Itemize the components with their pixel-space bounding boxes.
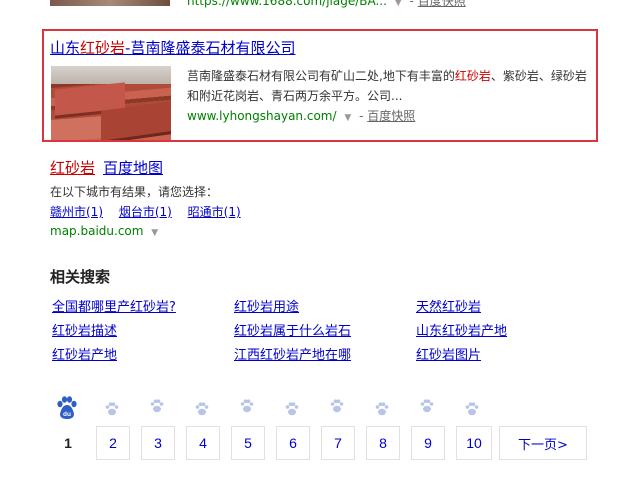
caret-down-icon[interactable]: ▼ bbox=[151, 228, 158, 238]
previous-result-thumbnail[interactable] bbox=[50, 0, 170, 6]
next-page-button[interactable]: 下一页> bbox=[499, 426, 587, 460]
snapshot-link[interactable]: 百度快照 bbox=[367, 109, 415, 123]
baidu-paw-icon bbox=[195, 402, 209, 416]
previous-result-snapshot-link[interactable]: 百度快照 bbox=[418, 0, 466, 8]
related-search-link[interactable]: 红砂岩属于什么岩石 bbox=[234, 320, 351, 339]
baidu-paw-icon bbox=[330, 399, 344, 413]
caret-down-icon[interactable]: ▼ bbox=[344, 113, 351, 123]
map-title-keyword[interactable]: 红砂岩 bbox=[50, 159, 95, 177]
paw-icon-row: du bbox=[0, 394, 629, 422]
result-url[interactable]: www.lyhongshayan.com/ bbox=[187, 109, 337, 123]
related-search-link[interactable]: 全国都哪里产红砂岩? bbox=[52, 296, 176, 315]
map-city-prompt: 在以下城市有结果，请您选择： bbox=[50, 185, 219, 199]
related-search-link[interactable]: 天然红砂岩 bbox=[416, 296, 481, 315]
map-city-list: 赣州市(1) 烟台市(1) 昭通市(1) bbox=[50, 203, 253, 220]
title-suffix: -莒南隆盛泰石材有限公司 bbox=[125, 39, 296, 57]
baidu-paw-icon bbox=[285, 402, 299, 416]
city-link-yantai[interactable]: 烟台市(1) bbox=[119, 205, 172, 219]
map-title-text[interactable]: 百度地图 bbox=[103, 159, 163, 177]
result-title-link[interactable]: 山东红砂岩-莒南隆盛泰石材有限公司 bbox=[50, 38, 295, 58]
svg-text:du: du bbox=[63, 411, 71, 418]
result-url-line: www.lyhongshayan.com/ ▼ - 百度快照 bbox=[187, 109, 416, 123]
page-link[interactable]: 10 bbox=[456, 426, 492, 460]
baidu-paw-icon bbox=[105, 402, 119, 416]
page-link[interactable]: 2 bbox=[96, 426, 130, 460]
result-thumbnail-image[interactable] bbox=[51, 66, 171, 140]
page-link[interactable]: 4 bbox=[186, 426, 220, 460]
related-searches-heading: 相关搜索 bbox=[50, 268, 111, 286]
page-link[interactable]: 8 bbox=[366, 426, 400, 460]
related-search-link[interactable]: 红砂岩图片 bbox=[416, 344, 481, 363]
map-url-line: map.baidu.com ▼ bbox=[50, 224, 162, 238]
baidu-paw-icon bbox=[240, 399, 254, 413]
related-search-link[interactable]: 红砂岩用途 bbox=[234, 296, 299, 315]
baidu-paw-icon bbox=[420, 399, 434, 413]
city-link-ganzhou[interactable]: 赣州市(1) bbox=[50, 205, 103, 219]
previous-result-url-line: https://www.1688.com/jiage/BA... ▼ - 百度快… bbox=[187, 0, 466, 9]
baidu-paw-icon bbox=[150, 399, 164, 413]
map-result-title[interactable]: 红砂岩 百度地图 bbox=[50, 158, 163, 178]
baidu-paw-icon bbox=[375, 402, 389, 416]
abstract-keyword: 红砂岩 bbox=[454, 69, 491, 83]
page-link[interactable]: 5 bbox=[231, 426, 265, 460]
title-keyword: 红砂岩 bbox=[80, 39, 126, 57]
page-link[interactable]: 3 bbox=[141, 426, 175, 460]
previous-result-url[interactable]: https://www.1688.com/jiage/BA... bbox=[187, 0, 387, 8]
related-search-link[interactable]: 红砂岩产地 bbox=[52, 344, 117, 363]
map-url[interactable]: map.baidu.com bbox=[50, 224, 143, 238]
page-link[interactable]: 7 bbox=[321, 426, 355, 460]
baidu-paw-icon bbox=[465, 402, 479, 416]
city-link-zhaotong[interactable]: 昭通市(1) bbox=[188, 205, 241, 219]
title-prefix: 山东 bbox=[50, 39, 81, 57]
page-link[interactable]: 9 bbox=[411, 426, 445, 460]
page-current: 1 bbox=[51, 426, 85, 460]
related-search-link[interactable]: 江西红砂岩产地在哪 bbox=[234, 344, 351, 363]
related-search-link[interactable]: 红砂岩描述 bbox=[52, 320, 117, 339]
caret-down-icon[interactable]: ▼ bbox=[395, 0, 402, 8]
result-abstract: 莒南隆盛泰石材有限公司有矿山二处,地下有丰富的红砂岩、紫砂岩、绿砂岩和附近花岗岩… bbox=[187, 69, 587, 103]
related-search-link[interactable]: 山东红砂岩产地 bbox=[416, 320, 507, 339]
baidu-paw-icon: du bbox=[57, 396, 77, 419]
page-link[interactable]: 6 bbox=[276, 426, 310, 460]
